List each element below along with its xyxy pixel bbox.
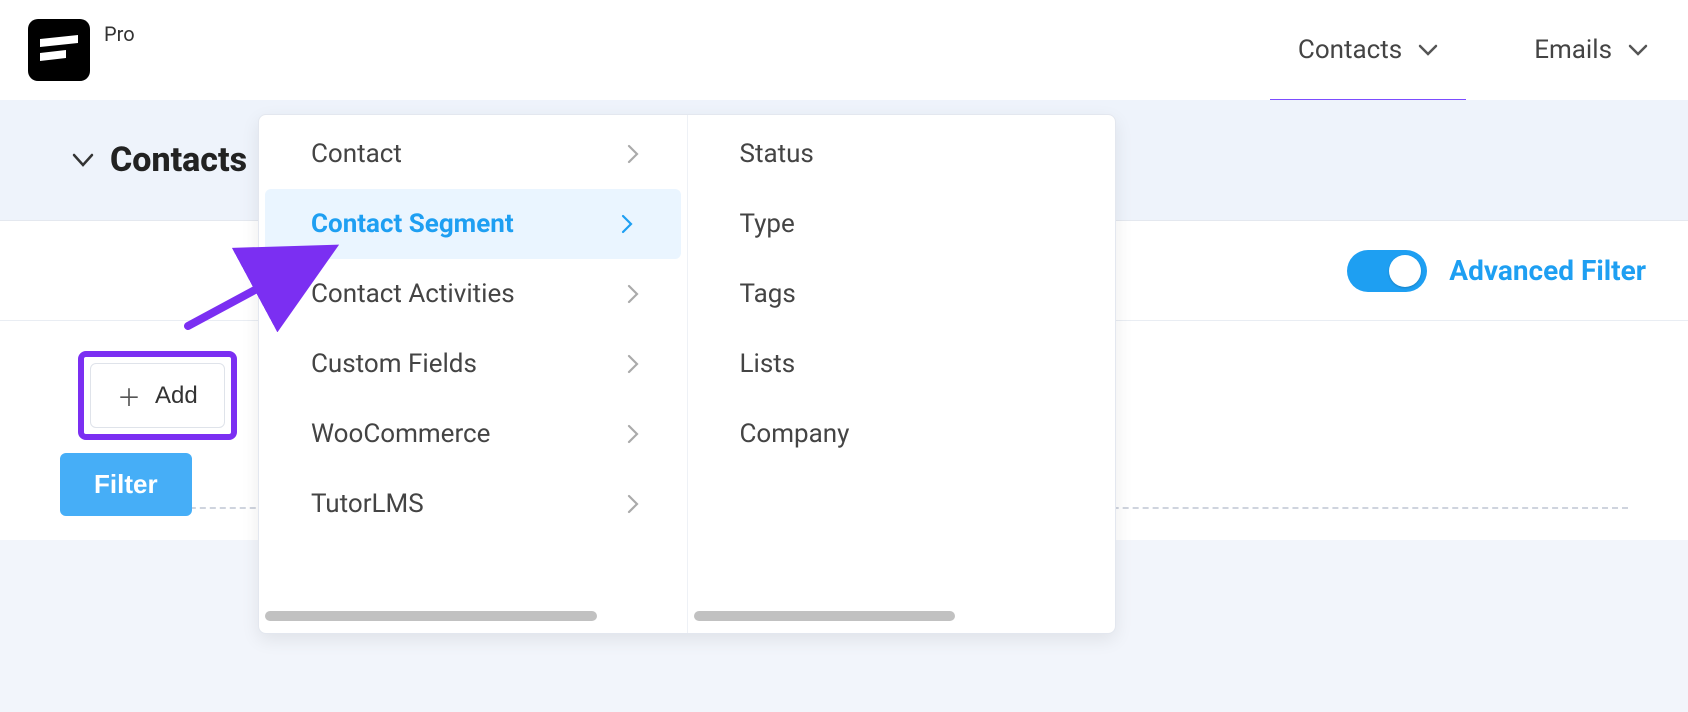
top-nav: Contacts Emails [1298,0,1688,100]
subitem-label: Tags [740,279,796,309]
subitem-label: Status [740,139,814,169]
chevron-right-icon [627,494,639,514]
category-label: Contact Activities [311,279,515,309]
nav-contacts-label: Contacts [1298,35,1402,65]
subitem-status[interactable]: Status [688,119,1116,189]
chevron-right-icon [627,284,639,304]
nav-emails[interactable]: Emails [1534,35,1648,65]
add-button-highlight: ＋ Add [78,351,237,440]
category-woocommerce[interactable]: WooCommerce [259,399,687,469]
subitem-label: Type [740,209,795,239]
subitem-company[interactable]: Company [688,399,1116,469]
category-contact-activities[interactable]: Contact Activities [259,259,687,329]
subitem-type[interactable]: Type [688,189,1116,259]
subitem-label: Company [740,419,850,449]
chevron-down-icon [72,153,94,167]
category-tutorlms[interactable]: TutorLMS [259,469,687,539]
subitem-label: Lists [740,349,796,379]
filter-popover: Contact Contact Segment Contact Activiti… [258,114,1116,634]
category-custom-fields[interactable]: Custom Fields [259,329,687,399]
category-contact-segment[interactable]: Contact Segment [265,189,681,259]
chevron-right-icon [621,214,633,234]
chevron-right-icon [627,144,639,164]
category-label: Custom Fields [311,349,477,379]
scrollbar[interactable] [265,611,597,621]
top-bar: Pro Contacts Emails [0,0,1688,100]
category-contact[interactable]: Contact [259,119,687,189]
scrollbar[interactable] [694,611,956,621]
plus-icon: ＋ [117,378,141,413]
category-label: TutorLMS [311,489,424,519]
category-label: Contact Segment [311,209,514,239]
popover-subitems-column[interactable]: Status Type Tags Lists Company [687,115,1116,633]
popover-categories-column[interactable]: Contact Contact Segment Contact Activiti… [259,115,687,633]
add-button-label: Add [155,382,198,410]
category-label: Contact [311,139,402,169]
toggle-knob [1389,255,1421,287]
chevron-right-icon [627,424,639,444]
chevron-down-icon [1418,44,1438,56]
filter-button[interactable]: Filter [60,453,192,516]
app-logo [28,19,90,81]
page-body: Contacts Advanced Filter ＋ Add OR Filter… [0,100,1688,712]
subitem-lists[interactable]: Lists [688,329,1116,399]
advanced-filter-toggle[interactable] [1347,250,1427,292]
add-filter-button[interactable]: ＋ Add [90,363,225,428]
subitem-tags[interactable]: Tags [688,259,1116,329]
pro-badge: Pro [104,22,135,46]
advanced-filter-label: Advanced Filter [1449,254,1646,287]
nav-contacts[interactable]: Contacts [1298,35,1438,65]
category-label: WooCommerce [311,419,490,449]
panel-title: Contacts [110,140,247,180]
chevron-down-icon [1628,44,1648,56]
nav-emails-label: Emails [1534,35,1612,65]
chevron-right-icon [627,354,639,374]
